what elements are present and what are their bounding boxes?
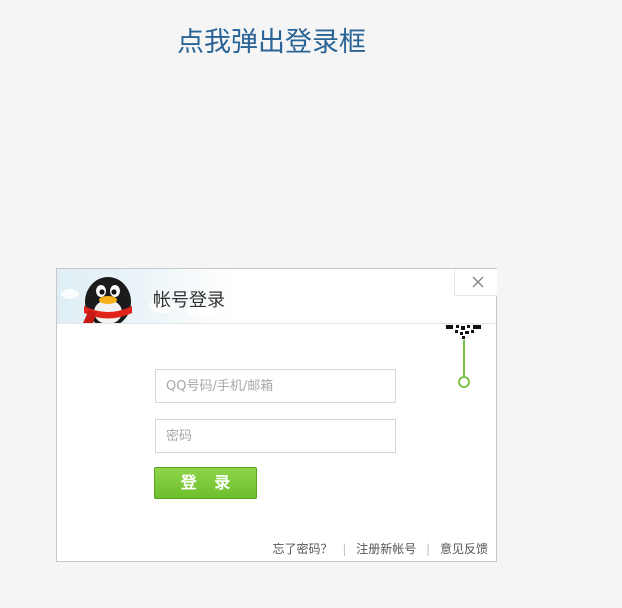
qq-penguin-icon <box>83 277 132 323</box>
dialog-title: 帐号登录 <box>153 290 225 311</box>
login-dialog: 帐号登录 登 <box>56 268 497 562</box>
footer-separator: | <box>426 542 431 556</box>
register-link[interactable]: 注册新帐号 <box>356 542 416 556</box>
dialog-header: 帐号登录 <box>57 269 497 324</box>
forgot-password-link[interactable]: 忘了密码？ <box>273 542 333 556</box>
page: 点我弹出登录框 帐号登录 QQ号码/手机/邮箱 登 录 忘了密码？ | 注册新帐… <box>0 0 622 608</box>
footer-links: 忘了密码？ | 注册新帐号 | 意见反馈 <box>273 541 488 557</box>
account-input[interactable] <box>155 369 396 403</box>
feedback-link[interactable]: 意见反馈 <box>440 542 488 556</box>
qr-code-icon[interactable] <box>443 324 485 394</box>
close-icon[interactable] <box>471 275 485 289</box>
close-area <box>454 269 497 296</box>
password-input[interactable] <box>155 419 396 453</box>
login-button[interactable]: 登 录 <box>154 467 257 499</box>
open-login-link[interactable]: 点我弹出登录框 <box>177 24 366 62</box>
footer-separator: | <box>342 542 347 556</box>
